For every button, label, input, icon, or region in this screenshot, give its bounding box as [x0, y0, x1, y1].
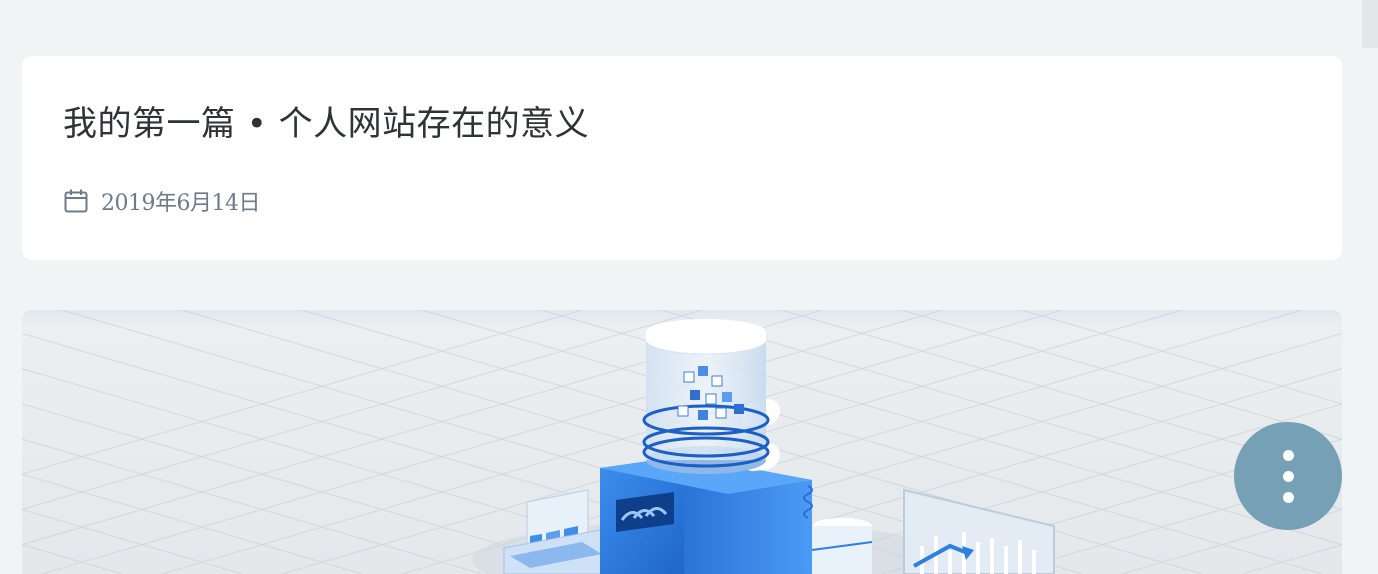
more-vertical-icon-dot-2: [1282, 470, 1294, 482]
scrollbar-thumb[interactable]: [1362, 0, 1378, 48]
post-meta: 2019年6月14日: [64, 184, 260, 218]
post-card[interactable]: 我的第一篇 • 个人网站存在的意义 2019年6月14日: [22, 56, 1342, 260]
more-vertical-icon: [1282, 449, 1294, 461]
post-cover-image[interactable]: [22, 310, 1342, 574]
more-options-button[interactable]: [1234, 422, 1342, 530]
calendar-icon: [64, 188, 88, 214]
post-title[interactable]: 我的第一篇 • 个人网站存在的意义: [63, 100, 589, 148]
page-scrollbar[interactable]: [1362, 0, 1378, 574]
post-date: 2019年6月14日: [101, 191, 260, 216]
more-vertical-icon-dot-3: [1282, 491, 1294, 503]
